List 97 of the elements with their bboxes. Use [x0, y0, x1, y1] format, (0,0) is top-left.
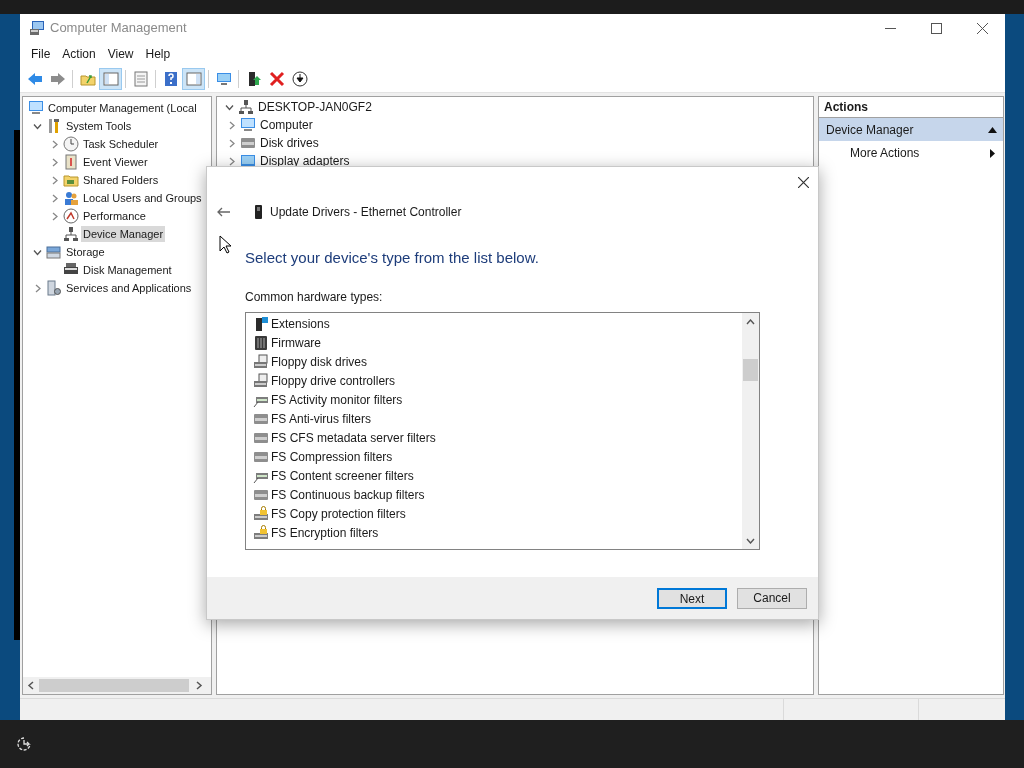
power-icon[interactable] — [16, 736, 32, 752]
dialog-button[interactable]: Next — [657, 587, 727, 609]
list-item[interactable]: FS Content screener filters — [270, 467, 415, 485]
tree-item[interactable]: Disk Management — [81, 261, 174, 279]
dialog-heading: Select your device's type from the list below. — [245, 248, 539, 268]
floppy-drive-icon — [253, 373, 269, 389]
tree-item[interactable]: Computer — [258, 116, 315, 134]
horizontal-scrollbar[interactable] — [23, 677, 211, 694]
close-icon — [797, 176, 809, 188]
menu-item[interactable]: Help — [139, 42, 177, 66]
chevron-down-icon[interactable] — [32, 121, 42, 131]
scrollbar-thumb[interactable] — [743, 358, 758, 381]
tree-item[interactable]: Performance — [81, 207, 148, 225]
section-title: Device Manager — [826, 121, 914, 139]
window-title: Computer Management — [50, 19, 187, 38]
scroll-right-icon[interactable] — [195, 681, 203, 690]
gauge-icon — [63, 208, 79, 224]
display-adapter-icon — [240, 153, 256, 169]
forward-arrow-icon — [49, 71, 66, 87]
monitor-icon — [215, 71, 232, 87]
computer-icon — [240, 117, 256, 133]
close-button[interactable] — [796, 175, 810, 189]
scroll-left-icon[interactable] — [27, 681, 35, 690]
minimize-icon — [884, 27, 896, 29]
list-item[interactable]: FS Continuous backup filters — [270, 486, 426, 504]
menu-item[interactable]: File — [25, 42, 57, 66]
list-item[interactable]: FS CFS metadata server filters — [270, 429, 437, 447]
console-tree-icon — [102, 71, 119, 87]
floppy-drive-icon — [253, 354, 269, 370]
tree-item[interactable]: Event Viewer — [81, 153, 150, 171]
list-item[interactable]: Floppy drive controllers — [270, 372, 397, 390]
menu-item[interactable]: View — [101, 42, 140, 66]
network-icon — [238, 99, 254, 115]
storage-icon — [46, 244, 62, 260]
tree-item[interactable]: System Tools — [64, 117, 134, 135]
list-label: Common hardware types: — [245, 288, 383, 306]
dialog-button[interactable]: Cancel — [737, 587, 807, 609]
network-icon — [63, 226, 79, 242]
list-item[interactable]: Floppy disk drives — [270, 353, 369, 371]
help-icon — [162, 71, 179, 87]
drive-icon — [253, 430, 269, 446]
scroll-down-icon[interactable] — [746, 537, 755, 544]
drive-icon — [253, 411, 269, 427]
shared-folder-icon — [63, 172, 79, 188]
tools-icon — [46, 118, 62, 134]
drive-icon — [253, 449, 269, 465]
maximize-icon — [930, 22, 942, 34]
back-arrow-icon — [216, 207, 230, 217]
dialog-title: Update Drivers - Ethernet Controller — [270, 204, 462, 221]
computer-icon — [28, 100, 44, 116]
list-item[interactable]: FS Anti-virus filters — [270, 410, 373, 428]
collapse-caret-icon — [988, 126, 997, 133]
network-card-icon — [255, 205, 262, 219]
drive-icon — [253, 487, 269, 503]
action-label: More Actions — [850, 145, 920, 162]
server-icon — [46, 280, 62, 296]
delete-icon — [268, 71, 285, 87]
chip-icon — [253, 335, 269, 351]
list-item[interactable]: FS Copy protection filters — [270, 505, 407, 523]
scrollbar-thumb[interactable] — [39, 679, 189, 692]
tree-item[interactable]: DESKTOP-JAN0GF2 — [256, 98, 374, 116]
chevron-down-icon[interactable] — [224, 102, 234, 112]
locked-drive-icon — [253, 506, 269, 522]
tree-item[interactable]: Local Users and Groups — [81, 189, 204, 207]
tree-item[interactable]: Services and Applications — [64, 279, 194, 297]
mouse-cursor-icon — [219, 235, 232, 254]
tree-item[interactable]: Shared Folders — [81, 171, 161, 189]
clock-icon — [63, 136, 79, 152]
tree-item[interactable]: Disk drives — [258, 134, 321, 152]
tree-item[interactable]: Device Manager — [81, 225, 166, 243]
actions-section[interactable]: Device Manager — [819, 118, 1003, 141]
action-pane-icon — [185, 71, 202, 87]
list-item[interactable]: FS Encryption filters — [270, 524, 380, 542]
drive-icon — [240, 135, 256, 151]
list-item[interactable]: FS Activity monitor filters — [270, 391, 404, 409]
back-arrow-icon — [26, 71, 43, 87]
download-icon — [291, 71, 308, 87]
tree-item[interactable]: Display adapters — [258, 152, 352, 170]
scroll-up-icon[interactable] — [746, 318, 755, 325]
action-item[interactable]: More Actions — [819, 141, 1003, 165]
export-list-icon — [132, 71, 149, 87]
computer-management-icon — [29, 20, 45, 36]
tree-item[interactable]: Computer Management (Local — [46, 99, 199, 117]
submenu-arrow-icon — [990, 148, 995, 158]
vertical-scrollbar[interactable] — [742, 312, 759, 549]
tower-icon — [253, 316, 269, 332]
tree-item[interactable]: Storage — [64, 243, 107, 261]
menu-item[interactable]: Action — [56, 42, 102, 66]
users-icon — [63, 190, 79, 206]
locked-drive-icon — [253, 525, 269, 541]
event-log-icon — [63, 154, 79, 170]
tree-item[interactable]: Task Scheduler — [81, 135, 161, 153]
chevron-down-icon[interactable] — [32, 247, 42, 257]
list-item[interactable]: FS Compression filters — [270, 448, 394, 466]
list-item[interactable]: Firmware — [270, 334, 322, 352]
close-icon — [976, 22, 988, 34]
list-item[interactable]: Extensions — [270, 315, 331, 333]
